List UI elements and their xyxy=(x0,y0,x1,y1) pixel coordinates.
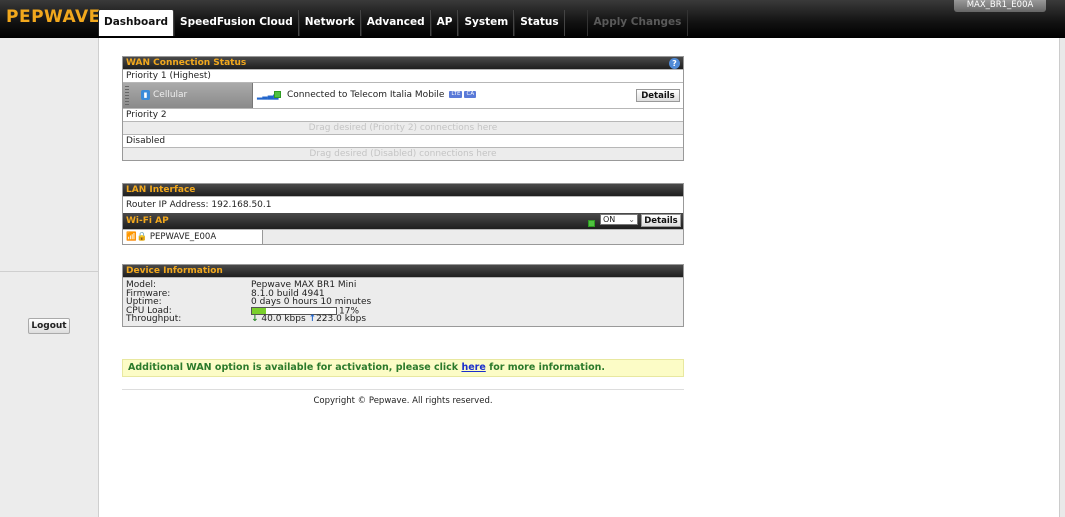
disabled-label: Disabled xyxy=(123,134,683,147)
lan-interface-panel: LAN Interface Router IP Address: 192.168… xyxy=(122,183,684,245)
pepwave-logo: PEPWAVE xyxy=(6,7,101,27)
lte-badge: LTE xyxy=(449,91,463,98)
apply-changes-button[interactable]: Apply Changes xyxy=(587,10,688,36)
notice-text-before: Additional WAN option is available for a… xyxy=(128,362,462,373)
connected-status-icon xyxy=(274,91,281,101)
nav-system[interactable]: System xyxy=(458,10,515,36)
connection-status-text: Connected to Telecom Italia Mobile LTE CA xyxy=(287,83,477,108)
throughput-label: Throughput: xyxy=(126,314,182,324)
main-nav: Dashboard SpeedFusion Cloud Network Adva… xyxy=(98,10,565,36)
download-arrow-icon: ↓ xyxy=(251,314,259,324)
nav-network[interactable]: Network xyxy=(298,10,361,36)
sidebar-divider xyxy=(0,271,98,272)
wan-connection-row: ▮ Cellular ▂▃▄▅ Connected to Telecom Ita… xyxy=(123,82,683,108)
cellular-icon: ▮ xyxy=(141,90,150,100)
model-row: Model: Pepwave MAX BR1 Mini xyxy=(126,281,680,290)
wan-details-button[interactable]: Details xyxy=(636,89,680,102)
throughput-down: 40.0 kbps xyxy=(261,314,306,324)
nav-speedfusion-cloud[interactable]: SpeedFusion Cloud xyxy=(174,10,299,36)
right-scroll-gutter xyxy=(1059,38,1065,517)
drag-handle-icon[interactable] xyxy=(125,86,129,105)
copyright: Copyright © Pepwave. All rights reserved… xyxy=(313,396,493,406)
notice-here-link[interactable]: here xyxy=(461,362,485,373)
throughput-value: ↓ 40.0 kbps ↑223.0 kbps xyxy=(251,315,366,324)
priority1-label: Priority 1 (Highest) xyxy=(123,69,683,82)
help-icon[interactable]: ? xyxy=(669,58,680,69)
device-panel-header: Device Information xyxy=(123,265,683,277)
wifi-ssid-cell: 📶🔒 PEPWAVE_E00A xyxy=(123,230,263,244)
wan-connection-status-panel: WAN Connection Status ? Priority 1 (High… xyxy=(122,56,684,161)
device-panel-title: Device Information xyxy=(126,266,223,276)
nav-status[interactable]: Status xyxy=(514,10,565,36)
ca-badge: CA xyxy=(464,91,477,98)
throughput-up: 223.0 kbps xyxy=(316,314,367,324)
upload-arrow-icon: ↑ xyxy=(308,314,317,324)
wan-panel-title: WAN Connection Status xyxy=(126,58,247,68)
disabled-drop-zone[interactable]: Drag desired (Disabled) connections here xyxy=(123,147,683,160)
wifi-details-button[interactable]: Details xyxy=(641,214,681,227)
cpu-load-fill xyxy=(252,307,267,314)
cellular-label: Cellular xyxy=(153,90,188,100)
wifi-ssid-row: 📶🔒 PEPWAVE_E00A xyxy=(123,229,683,244)
device-name-tab: MAX_BR1_E00A xyxy=(954,0,1046,12)
lock-icon: 🔒 xyxy=(136,232,148,242)
device-information-panel: Device Information Model: Pepwave MAX BR… xyxy=(122,264,684,327)
top-bar: PEPWAVE Dashboard SpeedFusion Cloud Netw… xyxy=(0,0,1065,38)
footer-divider xyxy=(122,389,684,390)
wifi-on-off-value: ON xyxy=(603,215,616,224)
throughput-row: Throughput: ↓ 40.0 kbps ↑223.0 kbps xyxy=(126,315,680,324)
router-ip-address: Router IP Address: 192.168.50.1 xyxy=(123,196,683,213)
wifi-icon: 📶 xyxy=(126,232,137,242)
wifi-ap-header: Wi-Fi AP ON ⌄ Details xyxy=(123,213,683,229)
priority2-label: Priority 2 xyxy=(123,108,683,121)
priority2-drop-zone[interactable]: Drag desired (Priority 2) connections he… xyxy=(123,121,683,134)
lan-panel-header: LAN Interface xyxy=(123,184,683,196)
nav-advanced[interactable]: Advanced xyxy=(360,10,431,36)
cellular-connection-cell[interactable]: ▮ Cellular xyxy=(123,83,253,108)
wifi-ssid: PEPWAVE_E00A xyxy=(149,232,217,242)
wifi-on-off-select[interactable]: ON ⌄ xyxy=(600,214,638,225)
nav-ap[interactable]: AP xyxy=(430,10,459,36)
wifi-ap-title: Wi-Fi AP xyxy=(126,216,169,226)
chevron-down-icon: ⌄ xyxy=(628,215,635,224)
cpu-load-row: CPU Load: 17% xyxy=(126,306,680,315)
device-info-body: Model: Pepwave MAX BR1 Mini Firmware: 8.… xyxy=(123,277,683,326)
firmware-row: Firmware: 8.1.0 build 4941 xyxy=(126,289,680,299)
lan-panel-title: LAN Interface xyxy=(126,185,196,195)
sidebar: Logout xyxy=(0,38,99,517)
logout-button[interactable]: Logout xyxy=(28,318,70,334)
notice-text-after: for more information. xyxy=(485,362,605,373)
uptime-row: Uptime: 0 days 0 hours 10 minutes xyxy=(126,298,680,307)
connection-status-label: Connected to Telecom Italia Mobile xyxy=(287,90,445,100)
nav-dashboard[interactable]: Dashboard xyxy=(98,10,175,36)
wan-panel-header: WAN Connection Status ? xyxy=(123,57,683,69)
additional-wan-notice: Additional WAN option is available for a… xyxy=(122,359,684,377)
